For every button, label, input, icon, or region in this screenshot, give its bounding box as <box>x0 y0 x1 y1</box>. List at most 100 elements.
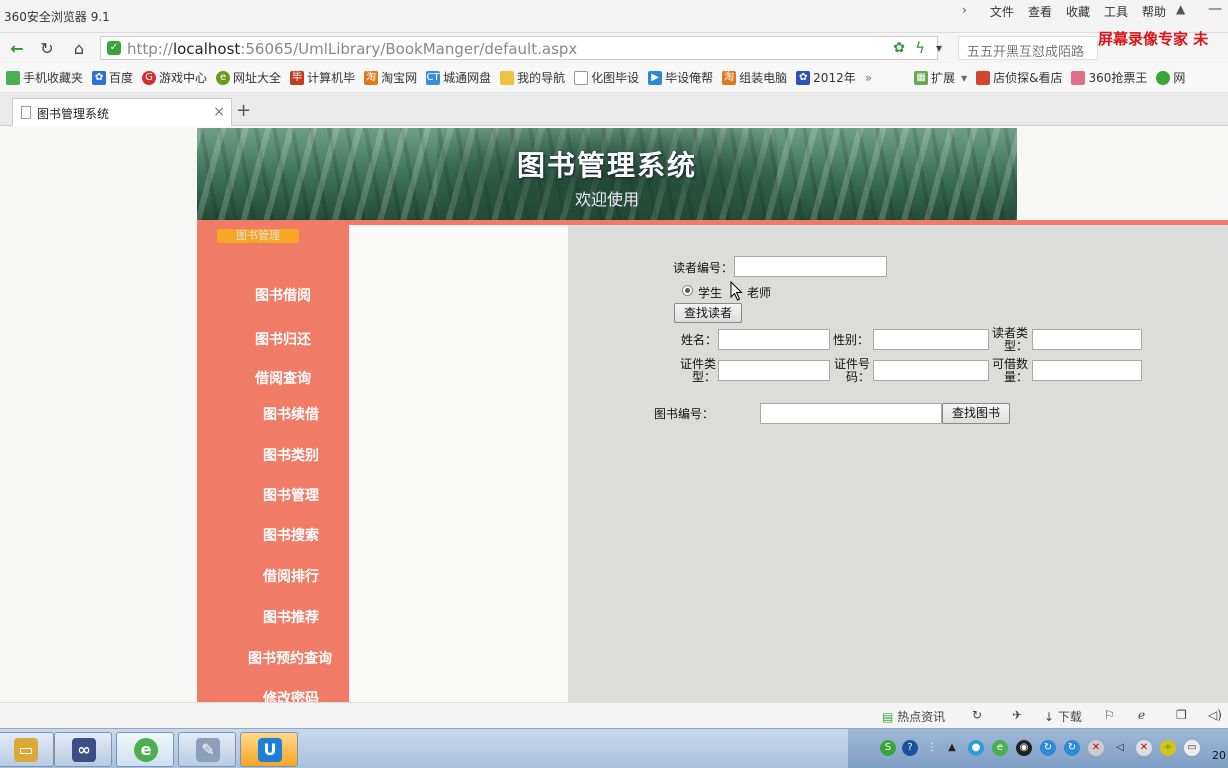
expand-tray-icon[interactable]: ⋮ <box>924 740 940 756</box>
sidebar-item-borrow[interactable]: 图书借阅 <box>255 285 311 305</box>
sidebar-item-category[interactable]: 图书类别 <box>263 445 319 465</box>
mouse-cursor-icon <box>730 281 743 301</box>
sidebar-item-borrow-query[interactable]: 借阅查询 <box>255 368 311 388</box>
ticket-icon <box>1071 70 1086 85</box>
taskbar-explorer[interactable]: ▭ <box>0 732 54 767</box>
bookmark-item[interactable]: 化图毕设 <box>574 69 639 86</box>
update-icon[interactable]: ↻ <box>1040 740 1056 756</box>
bookmark-item[interactable]: 淘组装电脑 <box>722 69 787 86</box>
security-icon[interactable]: ✕ <box>1136 740 1152 756</box>
sidebar-item-reservation[interactable]: 图书预约查询 <box>248 648 332 668</box>
new-tab-button[interactable]: + <box>236 100 251 121</box>
sidebar-item-ranking[interactable]: 借阅排行 <box>263 566 319 586</box>
clock[interactable]: 20 <box>1212 749 1226 762</box>
cloud-disk-icon: CT <box>426 70 441 85</box>
menu-view[interactable]: 查看 <box>1028 3 1052 20</box>
speed-mode-icon[interactable]: ϟ <box>915 39 925 57</box>
radio-student[interactable] <box>682 285 693 296</box>
window-icon[interactable]: ❐ <box>1176 708 1187 722</box>
skin-icon[interactable]: ▲ <box>1176 2 1192 18</box>
content-spacer <box>349 225 568 702</box>
reader-type-input[interactable] <box>1032 329 1142 350</box>
security-shield-icon: ✓ <box>107 41 121 55</box>
hot-news-button[interactable]: ▤ 热点资讯 <box>882 708 945 725</box>
bookmark-item[interactable]: 360抢票王 <box>1071 69 1147 86</box>
chevron-right-icon[interactable]: › <box>962 3 967 17</box>
taskbar-vs[interactable]: ∞ <box>54 732 112 767</box>
close-tab-icon[interactable]: × <box>213 104 225 120</box>
sidebar-item-renew[interactable]: 图书续借 <box>263 404 319 424</box>
sidebar-item-password[interactable]: 修改密码 <box>263 688 319 702</box>
ie-icon[interactable]: ℯ <box>1138 708 1145 722</box>
book-id-input[interactable] <box>760 403 942 424</box>
taskbar-tools[interactable]: ✎ <box>178 732 236 767</box>
grid-icon: ▦ <box>914 70 929 85</box>
extensions-button[interactable]: ▦ 扩展 ▾ <box>914 69 967 86</box>
chevron-down-icon[interactable]: ▾ <box>936 41 942 55</box>
cert-no-input[interactable] <box>873 360 989 381</box>
more-bookmarks-button[interactable]: » <box>865 71 872 85</box>
find-book-button[interactable]: 查找图书 <box>942 403 1010 424</box>
computer-icon: 毕 <box>290 70 305 85</box>
tab-strip: 图书管理系统 × + <box>0 94 1228 126</box>
gender-input[interactable] <box>873 329 989 350</box>
sync-icon[interactable]: ↻ <box>1064 740 1080 756</box>
volume-icon[interactable]: ◁ <box>1112 740 1128 756</box>
monitor-icon[interactable]: ▭ <box>1184 740 1200 756</box>
bookmark-item[interactable]: 手机收藏夹 <box>6 69 83 86</box>
bookmark-item[interactable]: CT 城通网盘 <box>426 69 491 86</box>
reload-button[interactable]: ↻ <box>36 37 58 59</box>
bookmark-item[interactable]: 店侦探&看店 <box>976 69 1062 86</box>
network-warning-icon[interactable]: ✕ <box>1088 740 1104 756</box>
sogou-icon[interactable]: S <box>880 740 896 756</box>
bookmark-item[interactable]: 淘淘宝网 <box>364 69 417 86</box>
menu-tools[interactable]: 工具 <box>1104 3 1128 20</box>
reader-id-input[interactable] <box>734 256 887 277</box>
menu-help[interactable]: 帮助 <box>1142 3 1166 20</box>
qq-icon[interactable]: ◉ <box>1016 740 1032 756</box>
bookmark-item[interactable]: 我的导航 <box>500 69 565 86</box>
tab-library-system[interactable]: 图书管理系统 × <box>12 98 232 126</box>
web-page: 图书管理系统 欢迎使用 图书管理 图书借阅 图书归还 借阅查询 图书续借 图书类… <box>0 126 1228 702</box>
system-tray: S ? ⋮ ▲ ● e ◉ ↻ ↻ ✕ ◁ ✕ + ▭ 20 <box>848 729 1228 768</box>
sidebar-item-return[interactable]: 图书归还 <box>255 329 311 349</box>
find-reader-button[interactable]: 查找读者 <box>674 303 742 323</box>
phone-icon <box>6 70 20 85</box>
refresh-icon[interactable]: ↻ <box>972 708 982 722</box>
download-button[interactable]: ↓ 下载 <box>1044 708 1082 725</box>
compat-mode-icon[interactable]: ✿ <box>893 40 905 56</box>
bookmark-item[interactable]: G 游戏中心 <box>142 69 207 86</box>
search-input[interactable]: 五五开黑互怼成陌路 <box>958 36 1098 60</box>
site-subtitle: 欢迎使用 <box>574 190 639 209</box>
bookmark-item[interactable]: 网 <box>1156 69 1185 86</box>
bookmark-item[interactable]: e 网址大全 <box>216 69 281 86</box>
minimize-button[interactable]: — <box>1208 1 1222 17</box>
address-input[interactable]: ✓ http://localhost:56065/UmlLibrary/Book… <box>100 36 938 60</box>
taskbar-browser[interactable]: e <box>116 732 174 767</box>
home-button[interactable]: ⌂ <box>68 37 90 59</box>
bookmark-item[interactable]: 毕计算机毕 <box>290 69 355 86</box>
sidebar-item-search[interactable]: 图书搜索 <box>263 525 319 545</box>
cert-type-input[interactable] <box>718 360 830 381</box>
browser-tray-icon[interactable]: e <box>992 740 1008 756</box>
taskbar-recorder[interactable]: U <box>240 732 298 767</box>
bookmark-item[interactable]: ▶ 毕设俺帮 <box>648 69 713 86</box>
plus-icon[interactable]: + <box>1160 740 1176 756</box>
bookmark-item[interactable]: ✿ 百度 <box>92 69 133 86</box>
caret-up-icon[interactable]: ▲ <box>944 740 960 756</box>
sidebar-item-book-manage[interactable]: 图书管理 <box>263 485 319 505</box>
pin-icon[interactable]: ✈ <box>1012 708 1022 722</box>
borrowable-count-input[interactable] <box>1032 360 1142 381</box>
name-input[interactable] <box>718 329 830 350</box>
menu-favorites[interactable]: 收藏 <box>1066 3 1090 20</box>
flag-icon[interactable]: ⚐ <box>1104 708 1115 722</box>
speaker-icon[interactable]: ◁) <box>1208 708 1222 722</box>
chat-icon[interactable]: ● <box>968 740 984 756</box>
page-icon <box>21 106 31 119</box>
reader-id-label: 读者编号： <box>673 261 734 275</box>
sidebar-item-recommend[interactable]: 图书推荐 <box>263 607 319 627</box>
bookmark-item[interactable]: ✿ 2012年 <box>796 69 856 86</box>
back-button[interactable]: ← <box>6 37 28 59</box>
menu-file[interactable]: 文件 <box>990 3 1014 20</box>
help-icon[interactable]: ? <box>902 740 918 756</box>
